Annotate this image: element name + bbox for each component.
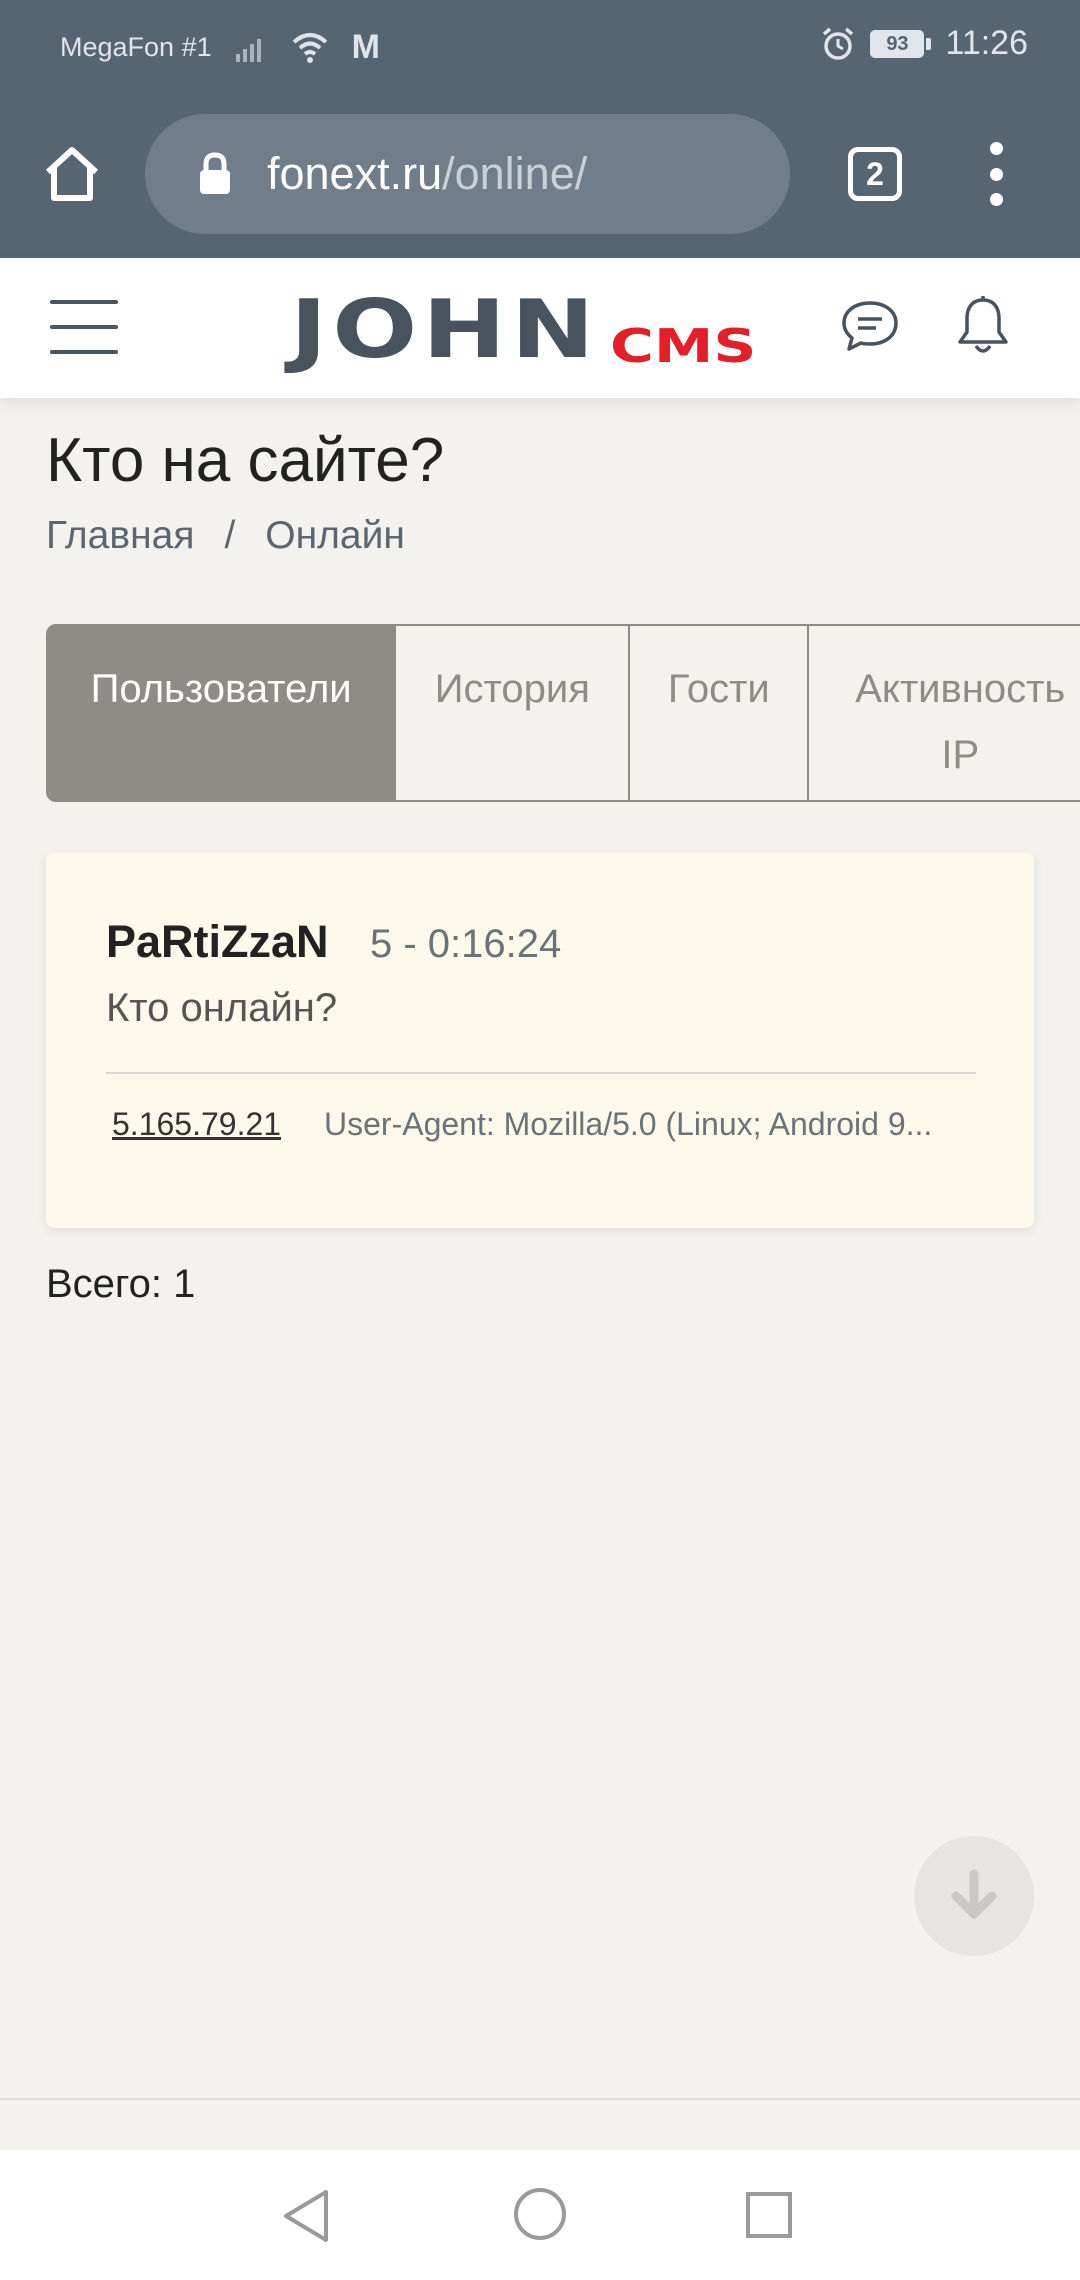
breadcrumb: Главная / Онлайн <box>46 514 405 558</box>
tab-bar: Пользователи История Гости Активность IP <box>46 624 1080 802</box>
hamburger-menu-icon[interactable] <box>50 300 118 354</box>
signal-icon <box>235 38 261 62</box>
address-bar[interactable]: fonext.ru/online/ <box>145 114 790 234</box>
battery-icon: 93 <box>870 29 932 58</box>
back-icon[interactable] <box>280 2188 332 2244</box>
breadcrumb-separator: / <box>224 514 236 557</box>
home-nav-icon[interactable] <box>512 2186 568 2242</box>
online-time: 5 - 0:16:24 <box>370 922 562 966</box>
tab-users[interactable]: Пользователи <box>46 624 397 802</box>
breadcrumb-current: Онлайн <box>265 514 405 557</box>
scroll-down-button[interactable] <box>914 1836 1034 1956</box>
status-bar: MegaFon #1 M 93 11:26 <box>0 0 1080 92</box>
page-title: Кто на сайте? <box>46 426 445 495</box>
lock-icon <box>200 152 230 194</box>
site-header: JOHN CMS <box>0 258 1080 398</box>
mail-indicator: M <box>351 28 380 66</box>
username-link[interactable]: PaRtiZzaN <box>106 916 329 968</box>
online-user-card: PaRtiZzaN 5 - 0:16:24 Кто онлайн? 5.165.… <box>46 852 1034 1228</box>
breadcrumb-home-link[interactable]: Главная <box>46 514 194 558</box>
carrier-label: MegaFon #1 <box>60 32 212 62</box>
user-agent-text: User-Agent: Mozilla/5.0 (Linux; Android … <box>324 1106 933 1142</box>
ip-link[interactable]: 5.165.79.21 <box>112 1106 281 1143</box>
browser-menu-icon[interactable] <box>982 142 1010 206</box>
tab-guests[interactable]: Гости <box>630 624 810 802</box>
divider <box>0 2098 1080 2100</box>
chat-icon[interactable] <box>840 298 900 354</box>
bell-icon[interactable] <box>954 294 1012 358</box>
divider <box>106 1072 976 1074</box>
alarm-icon <box>823 27 854 60</box>
arrow-down-icon <box>951 1869 997 1919</box>
browser-toolbar: fonext.ru/online/ 2 <box>0 92 1080 258</box>
tab-ip-activity[interactable]: Активность IP <box>809 624 1080 802</box>
site-logo[interactable]: JOHN CMS <box>290 290 756 370</box>
url-text: fonext.ru/online/ <box>267 148 588 199</box>
tab-history[interactable]: История <box>396 624 631 802</box>
home-icon[interactable] <box>40 142 104 206</box>
clock: 11:26 <box>945 24 1028 62</box>
total-count: Всего: 1 <box>46 1262 196 1306</box>
system-nav-bar <box>0 2150 1080 2280</box>
tab-switcher-button[interactable]: 2 <box>848 147 902 201</box>
recent-apps-icon[interactable] <box>744 2190 794 2240</box>
user-location: Кто онлайн? <box>106 986 338 1030</box>
wifi-icon <box>292 32 327 63</box>
